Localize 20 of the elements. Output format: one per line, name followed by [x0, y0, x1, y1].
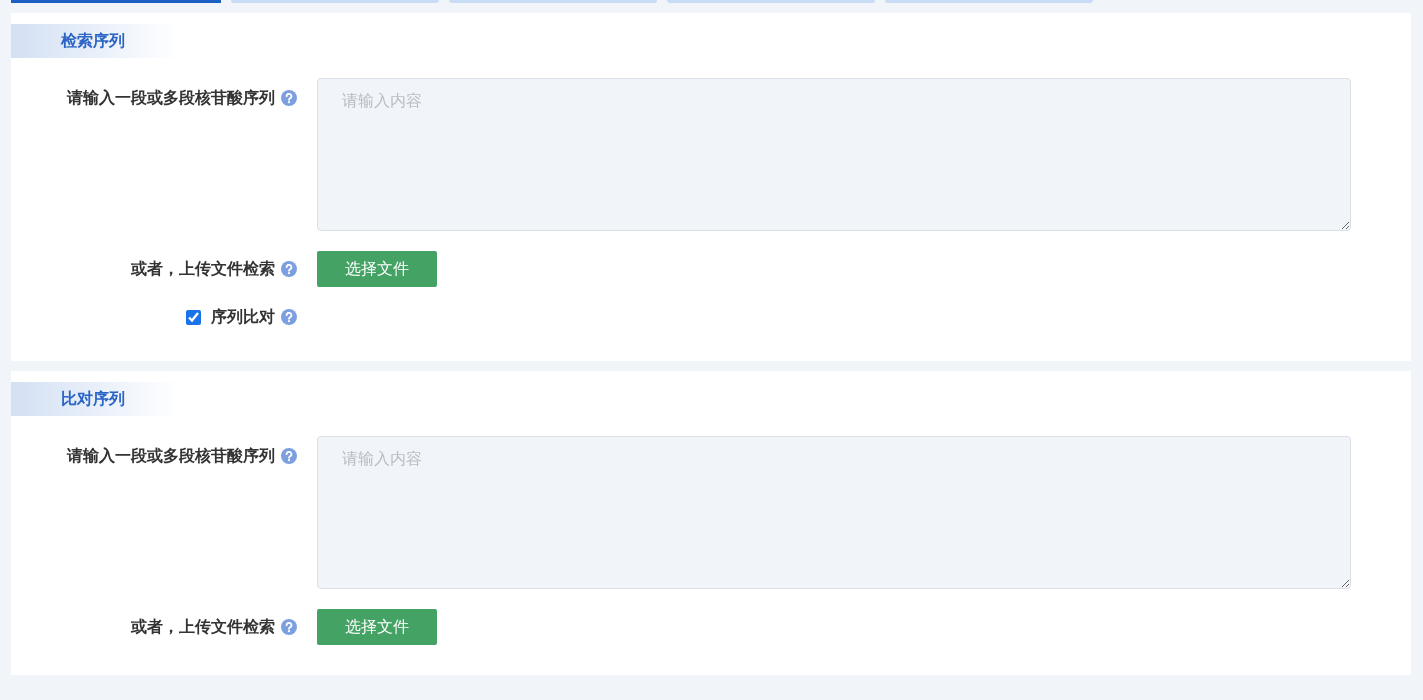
help-icon [281, 619, 297, 635]
help-icon [281, 309, 297, 325]
tab[interactable] [231, 0, 439, 3]
tab[interactable] [11, 0, 221, 3]
choose-file-button[interactable]: 选择文件 [317, 609, 437, 645]
field-label: 或者，上传文件检索 [131, 259, 275, 279]
sequence-input[interactable]: 请输入内容 [317, 78, 1351, 231]
field-label: 请输入一段或多段核苷酸序列 [67, 446, 275, 466]
help-icon [281, 261, 297, 277]
field-label: 序列比对 [211, 307, 275, 327]
field-label: 请输入一段或多段核苷酸序列 [67, 88, 275, 108]
help-icon [281, 448, 297, 464]
field-label: 或者，上传文件检索 [131, 617, 275, 637]
help-icon [281, 90, 297, 106]
tab[interactable] [449, 0, 657, 3]
choose-file-button[interactable]: 选择文件 [317, 251, 437, 287]
tab[interactable] [667, 0, 875, 3]
checkbox[interactable] [186, 309, 201, 325]
tab[interactable] [885, 0, 1093, 3]
sequence-input[interactable]: 请输入内容 [317, 436, 1351, 589]
